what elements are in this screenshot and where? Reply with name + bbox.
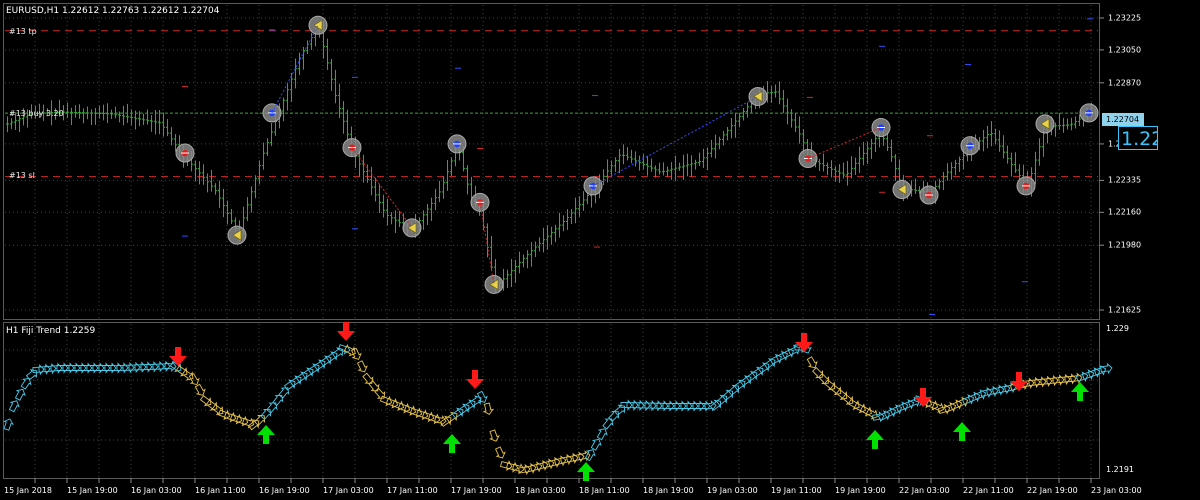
trade-link-line (807, 127, 882, 159)
trend-arrow-icon (194, 383, 206, 396)
trend-arrow-icon (482, 402, 494, 415)
time-label: 17 Jan 03:00 (323, 486, 374, 495)
trend-arrow-icon (495, 446, 506, 459)
buy-signal-arrow-icon (257, 425, 275, 444)
main-price-chart[interactable] (0, 0, 1200, 500)
trade-link-line (271, 25, 319, 114)
trend-arrow-icon (8, 400, 20, 413)
trend-arrow-icon (829, 384, 842, 396)
time-label: 15 Jan 19:00 (67, 486, 118, 495)
trend-arrow-icon (374, 387, 386, 399)
time-label: 18 Jan 03:00 (515, 486, 566, 495)
buy-signal-arrow-icon (953, 422, 971, 441)
price-label: 1.22335 (1108, 175, 1142, 185)
buy-signal-arrow-icon (1071, 382, 1089, 401)
time-label: 22 Jan 19:00 (1027, 486, 1078, 495)
sell-signal-arrow-icon (337, 322, 355, 341)
indicator-frame (3, 322, 1100, 479)
trend-arrow-icon (266, 402, 278, 414)
trend-arrow-icon (489, 429, 500, 442)
buy-line-label: #13 buy 3.20 (9, 109, 64, 118)
sl-line-label: #13 sl (9, 171, 35, 180)
time-label: 19 Jan 03:00 (707, 486, 758, 495)
trend-arrow-icon (254, 414, 266, 426)
time-label: 17 Jan 11:00 (387, 486, 438, 495)
trend-arrow-icon (763, 357, 776, 370)
tp-line-label: #13 tp (9, 27, 37, 36)
time-label: 19 Jan 19:00 (835, 486, 886, 495)
trend-arrow-icon (835, 388, 848, 401)
trend-arrow-icon (278, 387, 290, 399)
price-label: 1.23225 (1108, 13, 1142, 23)
trend-arrow-icon (272, 394, 284, 407)
time-label: 23 Jan 03:00 (1091, 486, 1142, 495)
main-chart-frame (3, 3, 1100, 320)
time-label: 22 Jan 03:00 (899, 486, 950, 495)
time-label: 22 Jan 11:00 (963, 486, 1014, 495)
trend-arrow-icon (260, 409, 272, 421)
buy-signal-arrow-icon (866, 430, 884, 449)
trend-arrow-icon (812, 367, 824, 379)
trend-arrow-icon (241, 417, 255, 429)
trend-arrow-icon (608, 410, 620, 422)
trend-arrow-icon (14, 388, 26, 401)
sell-signal-arrow-icon (466, 370, 484, 389)
price-label: 1.21625 (1108, 305, 1142, 315)
price-label: 1.23050 (1108, 45, 1142, 55)
current-price-box: 1.22704 (1102, 113, 1144, 126)
time-label: 17 Jan 19:00 (451, 486, 502, 495)
trade-link-line (351, 147, 413, 229)
trading-terminal-window: EURUSD,H1 1.22612 1.22763 1.22612 1.2270… (0, 0, 1200, 500)
trend-arrow-icon (356, 360, 368, 373)
time-label: 19 Jan 11:00 (771, 486, 822, 495)
trend-arrow-icon (32, 363, 45, 376)
time-label: 16 Jan 03:00 (131, 486, 182, 495)
time-label: 18 Jan 11:00 (579, 486, 630, 495)
trend-arrow-icon (841, 393, 854, 405)
main-chart-header: EURUSD,H1 1.22612 1.22763 1.22612 1.2270… (6, 6, 220, 16)
trend-arrow-icon (362, 372, 374, 384)
trend-arrow-icon (865, 408, 878, 420)
trend-arrow-icon (818, 373, 830, 385)
trend-arrow-icon (757, 362, 770, 374)
buy-signal-arrow-icon (443, 434, 461, 453)
trend-arrow-icon (602, 418, 614, 430)
time-label: 18 Jan 19:00 (643, 486, 694, 495)
price-label: 1.22160 (1108, 207, 1142, 217)
price-label: 1.21980 (1108, 240, 1142, 250)
indicator-top-label: 1.229 (1106, 324, 1129, 333)
trend-arrow-icon (331, 347, 344, 359)
trend-arrow-icon (469, 395, 482, 407)
indicator-header: H1 Fiji Trend 1.2259 (6, 326, 96, 336)
trend-arrow-icon (620, 399, 633, 411)
big-price-display: 1.22 (1118, 126, 1158, 150)
price-label: 1.22870 (1108, 78, 1142, 88)
sell-signal-arrow-icon (169, 347, 187, 366)
trend-arrow-icon (476, 390, 488, 403)
time-label: 15 Jan 2018 (4, 486, 52, 495)
time-label: 16 Jan 19:00 (259, 486, 310, 495)
trend-arrow-icon (721, 389, 734, 401)
trend-arrow-icon (715, 394, 728, 406)
trend-arrow-icon (199, 395, 212, 407)
indicator-bottom-label: 1.2191 (1106, 465, 1134, 474)
time-label: 16 Jan 11:00 (195, 486, 246, 495)
